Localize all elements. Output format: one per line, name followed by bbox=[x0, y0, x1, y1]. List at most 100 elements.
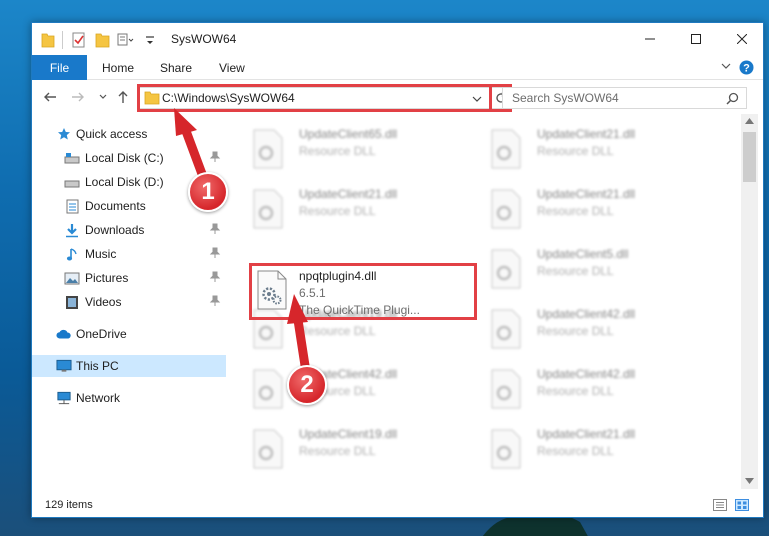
selected-file-tile[interactable]: npqtplugin4.dll 6.5.1 The QuickTime Plug… bbox=[249, 263, 469, 319]
pictures-icon bbox=[64, 270, 80, 286]
address-path: C:\Windows\SysWOW64 bbox=[162, 91, 295, 105]
explorer-window: SysWOW64 File Home Share View ? C:\Windo… bbox=[31, 22, 764, 518]
expand-ribbon-icon[interactable] bbox=[720, 60, 732, 72]
tab-share[interactable]: Share bbox=[160, 61, 192, 75]
documents-icon bbox=[64, 198, 80, 214]
dll-settings-file-icon bbox=[257, 270, 287, 310]
nav-item-onedrive[interactable]: OneDrive bbox=[32, 323, 226, 345]
star-icon bbox=[56, 126, 72, 142]
item-count: 129 items bbox=[45, 499, 93, 511]
step-2-badge: 2 bbox=[287, 365, 327, 405]
pin-icon[interactable] bbox=[209, 151, 221, 163]
tab-view[interactable]: View bbox=[219, 61, 245, 75]
tab-home[interactable]: Home bbox=[102, 61, 134, 75]
file-tile[interactable]: UpdateClient42.dll Resource DLL bbox=[226, 359, 446, 415]
tab-file[interactable]: File bbox=[32, 55, 87, 80]
nav-item-network[interactable]: Network bbox=[32, 387, 226, 409]
minimize-icon bbox=[645, 38, 655, 40]
downloads-icon bbox=[64, 222, 80, 238]
nav-label: Pictures bbox=[85, 271, 129, 285]
folder-icon bbox=[144, 91, 160, 105]
file-tile[interactable]: UpdateClient19.dll Resource DLL bbox=[226, 419, 446, 475]
file-tile[interactable]: UpdateClient5.dll Resource DLL bbox=[464, 239, 684, 295]
step-1-badge: 1 bbox=[188, 172, 228, 212]
close-button[interactable] bbox=[719, 23, 765, 55]
properties-icon[interactable] bbox=[71, 31, 87, 49]
file-type: Resource DLL bbox=[299, 204, 376, 218]
file-list: UpdateClient65.dll Resource DLL UpdateCl… bbox=[226, 114, 741, 489]
status-bar: 129 items bbox=[32, 493, 763, 517]
details-view-icon[interactable] bbox=[713, 499, 727, 511]
onedrive-icon bbox=[56, 326, 72, 342]
pin-icon[interactable] bbox=[209, 223, 221, 235]
nav-item-quick-access[interactable]: Quick access bbox=[32, 123, 226, 145]
file-tile[interactable]: UpdateClient21.dll Resource DLL bbox=[464, 419, 684, 475]
music-icon bbox=[64, 246, 80, 262]
vertical-scrollbar[interactable] bbox=[741, 114, 758, 489]
nav-label: Quick access bbox=[76, 127, 148, 141]
file-name: UpdateClient21.dll bbox=[537, 127, 636, 141]
dll-file-icon bbox=[253, 129, 283, 169]
nav-item-this-pc[interactable]: This PC bbox=[32, 355, 226, 377]
file-tile[interactable]: UpdateClient65.dll Resource DLL bbox=[226, 119, 446, 175]
help-icon[interactable]: ? bbox=[739, 60, 754, 75]
file-tile[interactable]: UpdateClient21.dll Resource DLL bbox=[464, 119, 684, 175]
navigation-pane: Quick access Local Disk (C:) Local Disk … bbox=[32, 114, 226, 489]
dll-file-icon bbox=[253, 369, 283, 409]
pin-icon[interactable] bbox=[209, 247, 221, 259]
network-icon bbox=[56, 390, 72, 406]
nav-label: Network bbox=[76, 391, 121, 405]
maximize-button[interactable] bbox=[673, 23, 719, 55]
nav-item-music[interactable]: Music bbox=[32, 243, 226, 265]
file-tile[interactable]: UpdateClient21.dll Resource DLL bbox=[226, 179, 446, 235]
back-button[interactable] bbox=[42, 89, 58, 105]
recent-locations-button[interactable] bbox=[95, 89, 111, 105]
folder-icon[interactable] bbox=[41, 31, 55, 49]
videos-icon bbox=[64, 294, 80, 310]
file-name: UpdateClient5.dll bbox=[537, 247, 629, 261]
customize-qat-icon[interactable] bbox=[116, 31, 134, 49]
up-button[interactable] bbox=[115, 89, 131, 105]
nav-label: Downloads bbox=[85, 223, 145, 237]
nav-label: Videos bbox=[85, 295, 122, 309]
search-icon bbox=[726, 92, 739, 105]
file-tile[interactable]: UpdateClient42.dll Resource DLL bbox=[464, 359, 684, 415]
file-name: UpdateClient19.dll bbox=[299, 427, 398, 441]
dll-file-icon bbox=[491, 309, 521, 349]
file-type: Resource DLL bbox=[537, 444, 614, 458]
tiles-view-icon[interactable] bbox=[735, 499, 749, 511]
search-placeholder: Search SysWOW64 bbox=[512, 91, 619, 105]
file-type: Resource DLL bbox=[299, 324, 376, 338]
file-type: Resource DLL bbox=[537, 264, 614, 278]
dll-file-icon bbox=[491, 129, 521, 169]
nav-item-downloads[interactable]: Downloads bbox=[32, 219, 226, 241]
pin-icon[interactable] bbox=[209, 271, 221, 283]
new-folder-icon[interactable] bbox=[95, 31, 111, 49]
scroll-up-icon[interactable] bbox=[745, 118, 754, 124]
file-type: Resource DLL bbox=[299, 444, 376, 458]
search-input[interactable]: Search SysWOW64 bbox=[502, 87, 747, 109]
file-description: The QuickTime Plugi... bbox=[299, 303, 420, 317]
dll-file-icon bbox=[491, 189, 521, 229]
file-tile[interactable]: UpdateClient21.dll Resource DLL bbox=[464, 179, 684, 235]
pin-icon[interactable] bbox=[209, 295, 221, 307]
file-version: 6.5.1 bbox=[299, 286, 326, 300]
scrollbar-thumb[interactable] bbox=[743, 132, 756, 182]
address-dropdown-icon[interactable] bbox=[472, 94, 482, 104]
file-type: Resource DLL bbox=[299, 144, 376, 158]
nav-item-local-disk-c[interactable]: Local Disk (C:) bbox=[32, 147, 226, 169]
nav-label: Local Disk (D:) bbox=[85, 175, 164, 189]
drive-icon bbox=[64, 150, 80, 166]
minimize-button[interactable] bbox=[627, 23, 673, 55]
file-name: UpdateClient21.dll bbox=[299, 187, 398, 201]
file-tile[interactable]: UpdateClient42.dll Resource DLL bbox=[464, 299, 684, 355]
nav-item-videos[interactable]: Videos bbox=[32, 291, 226, 313]
address-bar[interactable]: C:\Windows\SysWOW64 bbox=[139, 87, 490, 109]
nav-item-pictures[interactable]: Pictures bbox=[32, 267, 226, 289]
nav-label: Documents bbox=[85, 199, 146, 213]
forward-button[interactable] bbox=[70, 89, 86, 105]
nav-label: This PC bbox=[76, 359, 119, 373]
qat-dropdown-icon[interactable] bbox=[144, 31, 156, 49]
scroll-down-icon[interactable] bbox=[745, 478, 754, 484]
address-row: C:\Windows\SysWOW64 Search SysWOW64 bbox=[32, 80, 763, 114]
